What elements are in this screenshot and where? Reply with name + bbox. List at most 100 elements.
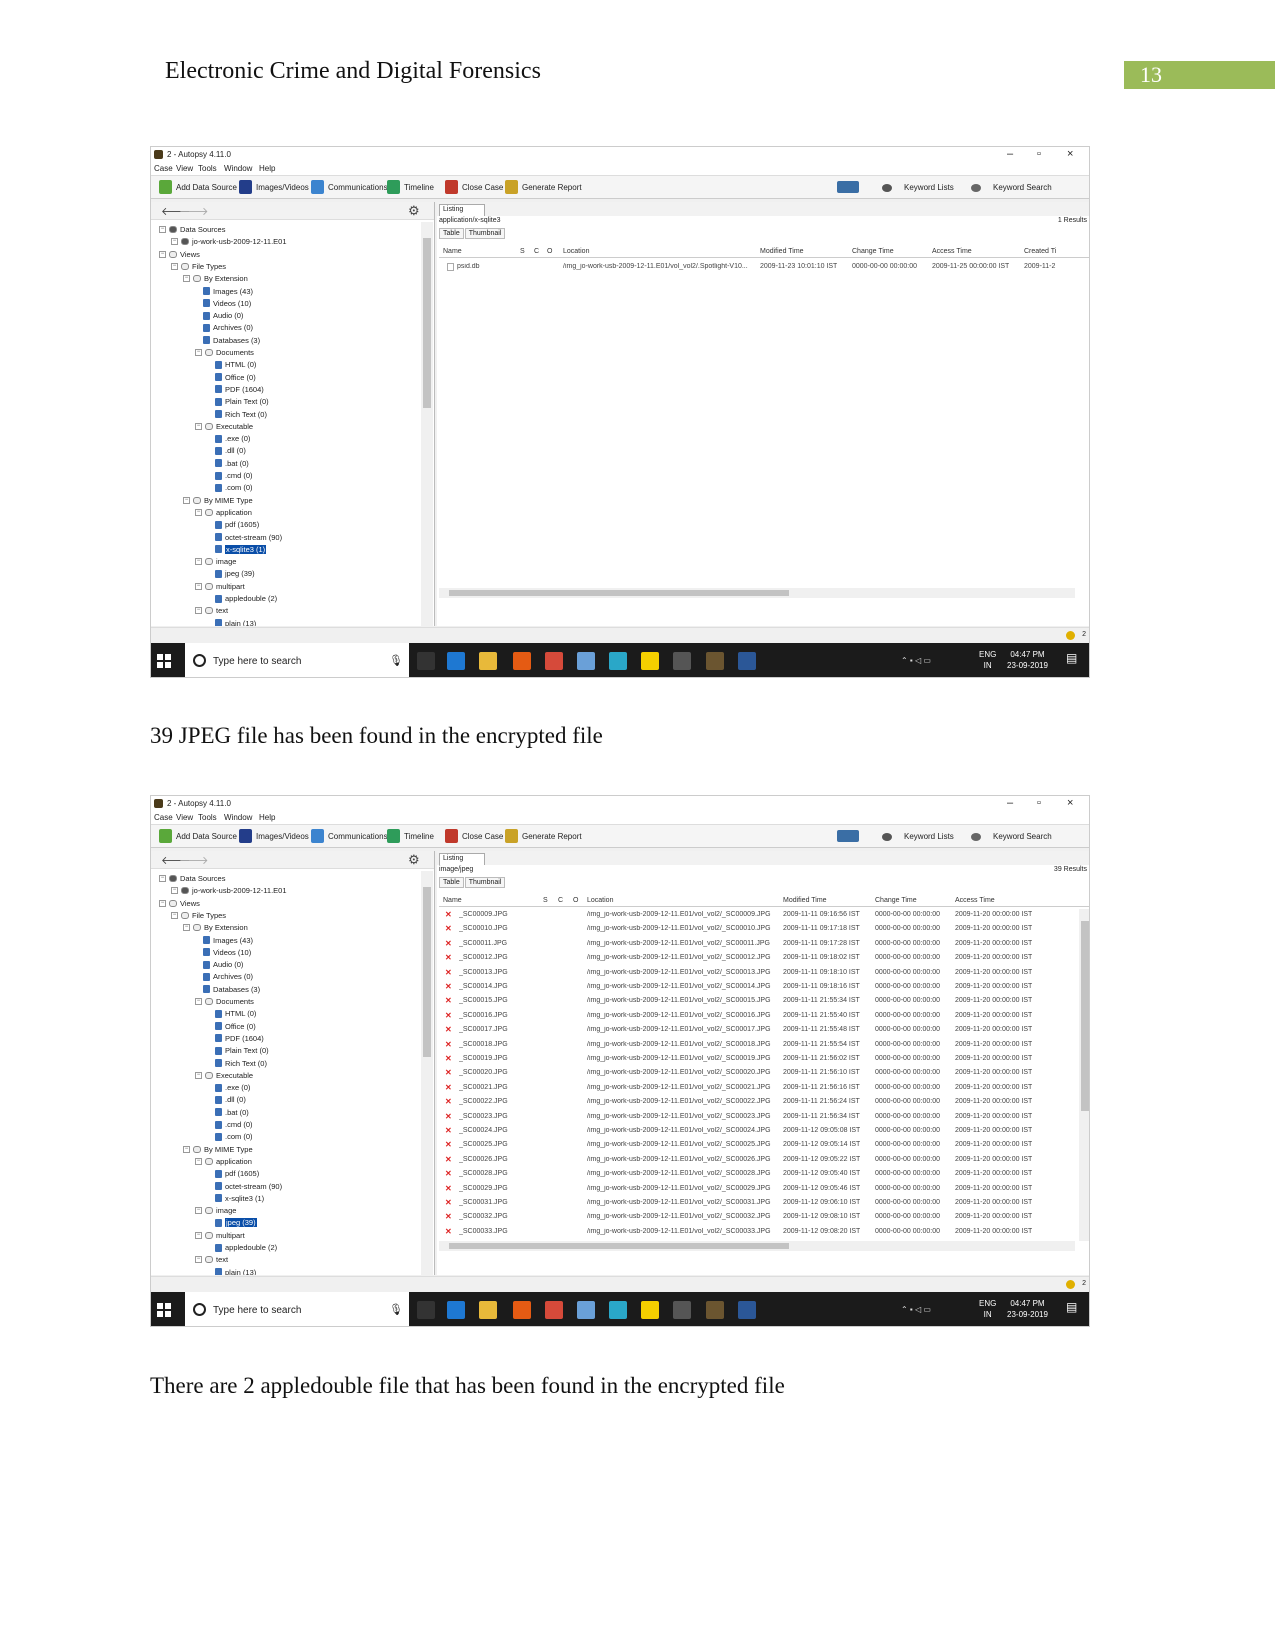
expand-toggle-icon[interactable]: −	[195, 349, 202, 356]
tree-node-text[interactable]: − text	[195, 1254, 228, 1265]
language-indicator[interactable]: ENG IN	[979, 649, 996, 671]
expand-toggle-icon[interactable]: −	[183, 924, 190, 932]
expand-toggle-icon[interactable]: −	[171, 238, 178, 246]
expand-toggle-icon[interactable]: −	[195, 508, 202, 516]
table-row[interactable]: ✕ _SC00011.JPG/img_jo-work-usb-2009-12-11…	[439, 937, 1075, 951]
tree-node-plain-text[interactable]: Plain Text (0)	[215, 1045, 269, 1056]
tree-node-databases[interactable]: Databases (3)	[203, 984, 260, 995]
tab-table[interactable]: Table	[439, 228, 464, 239]
tree-node-com[interactable]: .com (0)	[215, 482, 253, 493]
table-row[interactable]: ✕ _SC00020.JPG/img_jo-work-usb-2009-12-11…	[439, 1066, 1075, 1080]
expand-toggle-icon[interactable]: −	[171, 887, 178, 895]
menu-item-window[interactable]: Window	[224, 164, 252, 173]
calculator-icon[interactable]	[673, 652, 691, 670]
expand-toggle-icon[interactable]: −	[195, 607, 202, 615]
windows-start-icon[interactable]	[157, 654, 171, 668]
taskbar-search-box[interactable]: Type here to search 🎙	[185, 1292, 409, 1326]
tree-node-documents[interactable]: − Documents	[195, 996, 254, 1007]
word-icon[interactable]	[738, 652, 756, 670]
forward-arrow-icon[interactable]: 🡒	[179, 204, 209, 218]
tree-node-html[interactable]: HTML (0)	[215, 1008, 256, 1019]
column-header[interactable]: C	[558, 897, 563, 904]
tree-node-file-types[interactable]: − File Types	[171, 261, 226, 272]
expand-toggle-icon[interactable]: −	[159, 899, 166, 907]
menu-item-tools[interactable]: Tools	[198, 813, 217, 822]
minimize-button[interactable]: –	[1007, 148, 1013, 160]
file-explorer-icon[interactable]	[479, 652, 497, 670]
tree-node-bat[interactable]: .bat (0)	[215, 458, 249, 469]
sticky-notes-icon[interactable]	[641, 1301, 659, 1319]
tree-scrollbar[interactable]	[421, 222, 433, 626]
paint-icon[interactable]	[577, 1301, 595, 1319]
firefox-icon[interactable]	[513, 1301, 531, 1319]
clock[interactable]: 04:47 PM 23-09-2019	[1007, 649, 1048, 671]
edge-icon[interactable]	[447, 652, 465, 670]
notification-icon[interactable]	[1066, 631, 1075, 640]
table-row[interactable]: ✕ _SC00028.JPG/img_jo-work-usb-2009-12-11…	[439, 1167, 1075, 1181]
expand-toggle-icon[interactable]: −	[195, 1207, 202, 1215]
autopsy-taskbar-icon[interactable]	[706, 1301, 724, 1319]
table-row[interactable]: ✕ _SC00029.JPG/img_jo-work-usb-2009-12-11…	[439, 1182, 1075, 1196]
table-row[interactable]: ✕ _SC00031.JPG/img_jo-work-usb-2009-12-11…	[439, 1196, 1075, 1210]
tree-node-image[interactable]: − jo-work-usb-2009-12-11.E01	[171, 885, 287, 896]
forward-arrow-icon[interactable]: 🡒	[179, 853, 209, 867]
menu-item-window[interactable]: Window	[224, 813, 252, 822]
tab-table[interactable]: Table	[439, 877, 464, 888]
expand-toggle-icon[interactable]: −	[183, 275, 190, 283]
expand-toggle-icon[interactable]: −	[195, 1071, 202, 1079]
tree-node-application[interactable]: − application	[195, 507, 252, 518]
horizontal-scrollbar[interactable]	[439, 1241, 1075, 1251]
tree-node-multipart[interactable]: − multipart	[195, 581, 245, 592]
taskbar-search-box[interactable]: Type here to search 🎙	[185, 643, 409, 677]
minimize-button[interactable]: –	[1007, 797, 1013, 809]
tab-thumbnail[interactable]: Thumbnail	[464, 228, 506, 239]
tree-node-image-group[interactable]: − image	[195, 1205, 236, 1216]
sticky-notes-icon[interactable]	[641, 652, 659, 670]
scroll-thumb[interactable]	[1081, 921, 1089, 1111]
tree-node-jpeg[interactable]: jpeg (39)	[215, 1217, 258, 1229]
scroll-thumb[interactable]	[423, 887, 431, 1057]
communications-button[interactable]: Communications	[328, 183, 388, 192]
tree-node-by-extension[interactable]: − By Extension	[183, 273, 248, 284]
column-header[interactable]: Access Time	[955, 897, 995, 904]
tree-node-sqlite[interactable]: x-sqlite3 (1)	[215, 543, 268, 555]
tree-node-by-extension[interactable]: − By Extension	[183, 922, 248, 933]
tree-node-appledouble[interactable]: appledouble (2)	[215, 593, 277, 604]
table-row[interactable]: ✕ _SC00012.JPG/img_jo-work-usb-2009-12-11…	[439, 951, 1075, 965]
images-videos-button[interactable]: Images/Videos	[256, 832, 309, 841]
tree-node-appledouble[interactable]: appledouble (2)	[215, 1242, 277, 1253]
task-view-icon[interactable]	[417, 1301, 435, 1319]
tree-node-plain[interactable]: plain (13)	[215, 618, 256, 626]
menu-item-case[interactable]: Case	[154, 813, 173, 822]
close-button[interactable]: ×	[1067, 797, 1073, 809]
language-indicator[interactable]: ENG IN	[979, 1298, 996, 1320]
horizontal-scrollbar[interactable]	[439, 588, 1075, 598]
tree-node-audio[interactable]: Audio (0)	[203, 959, 243, 970]
tree-node-pdf[interactable]: PDF (1604)	[215, 1033, 264, 1044]
tree-node-data-sources[interactable]: − Data Sources	[159, 873, 225, 884]
table-row[interactable]: psid.db/img_jo-work-usb-2009-12-11.E01/v…	[439, 260, 1075, 274]
close-case-button[interactable]: Close Case	[462, 832, 503, 841]
tree-node-by-mime[interactable]: − By MIME Type	[183, 495, 253, 506]
word-icon[interactable]	[738, 1301, 756, 1319]
calculator-icon[interactable]	[673, 1301, 691, 1319]
keyword-search-button[interactable]: Keyword Search	[993, 832, 1052, 841]
expand-toggle-icon[interactable]: −	[183, 496, 190, 504]
settings-gear-icon[interactable]: ⚙	[408, 203, 420, 219]
menu-item-case[interactable]: Case	[154, 164, 173, 173]
tree-node-octet[interactable]: octet-stream (90)	[215, 532, 282, 543]
tree-node-jpeg[interactable]: jpeg (39)	[215, 568, 255, 579]
keyword-search-button[interactable]: Keyword Search	[993, 183, 1052, 192]
tree-node-bat[interactable]: .bat (0)	[215, 1107, 249, 1118]
scroll-thumb[interactable]	[423, 238, 431, 408]
table-row[interactable]: ✕ _SC00025.JPG/img_jo-work-usb-2009-12-11…	[439, 1138, 1075, 1152]
chrome-icon[interactable]	[545, 652, 563, 670]
task-view-icon[interactable]	[417, 652, 435, 670]
column-header[interactable]: S	[520, 248, 525, 255]
column-header[interactable]: Change Time	[875, 897, 917, 904]
tree-node-office[interactable]: Office (0)	[215, 372, 256, 383]
expand-toggle-icon[interactable]: −	[159, 875, 166, 882]
column-header[interactable]: Access Time	[932, 248, 972, 255]
tab-listing[interactable]: Listing	[439, 853, 485, 865]
column-header[interactable]: S	[543, 897, 548, 904]
